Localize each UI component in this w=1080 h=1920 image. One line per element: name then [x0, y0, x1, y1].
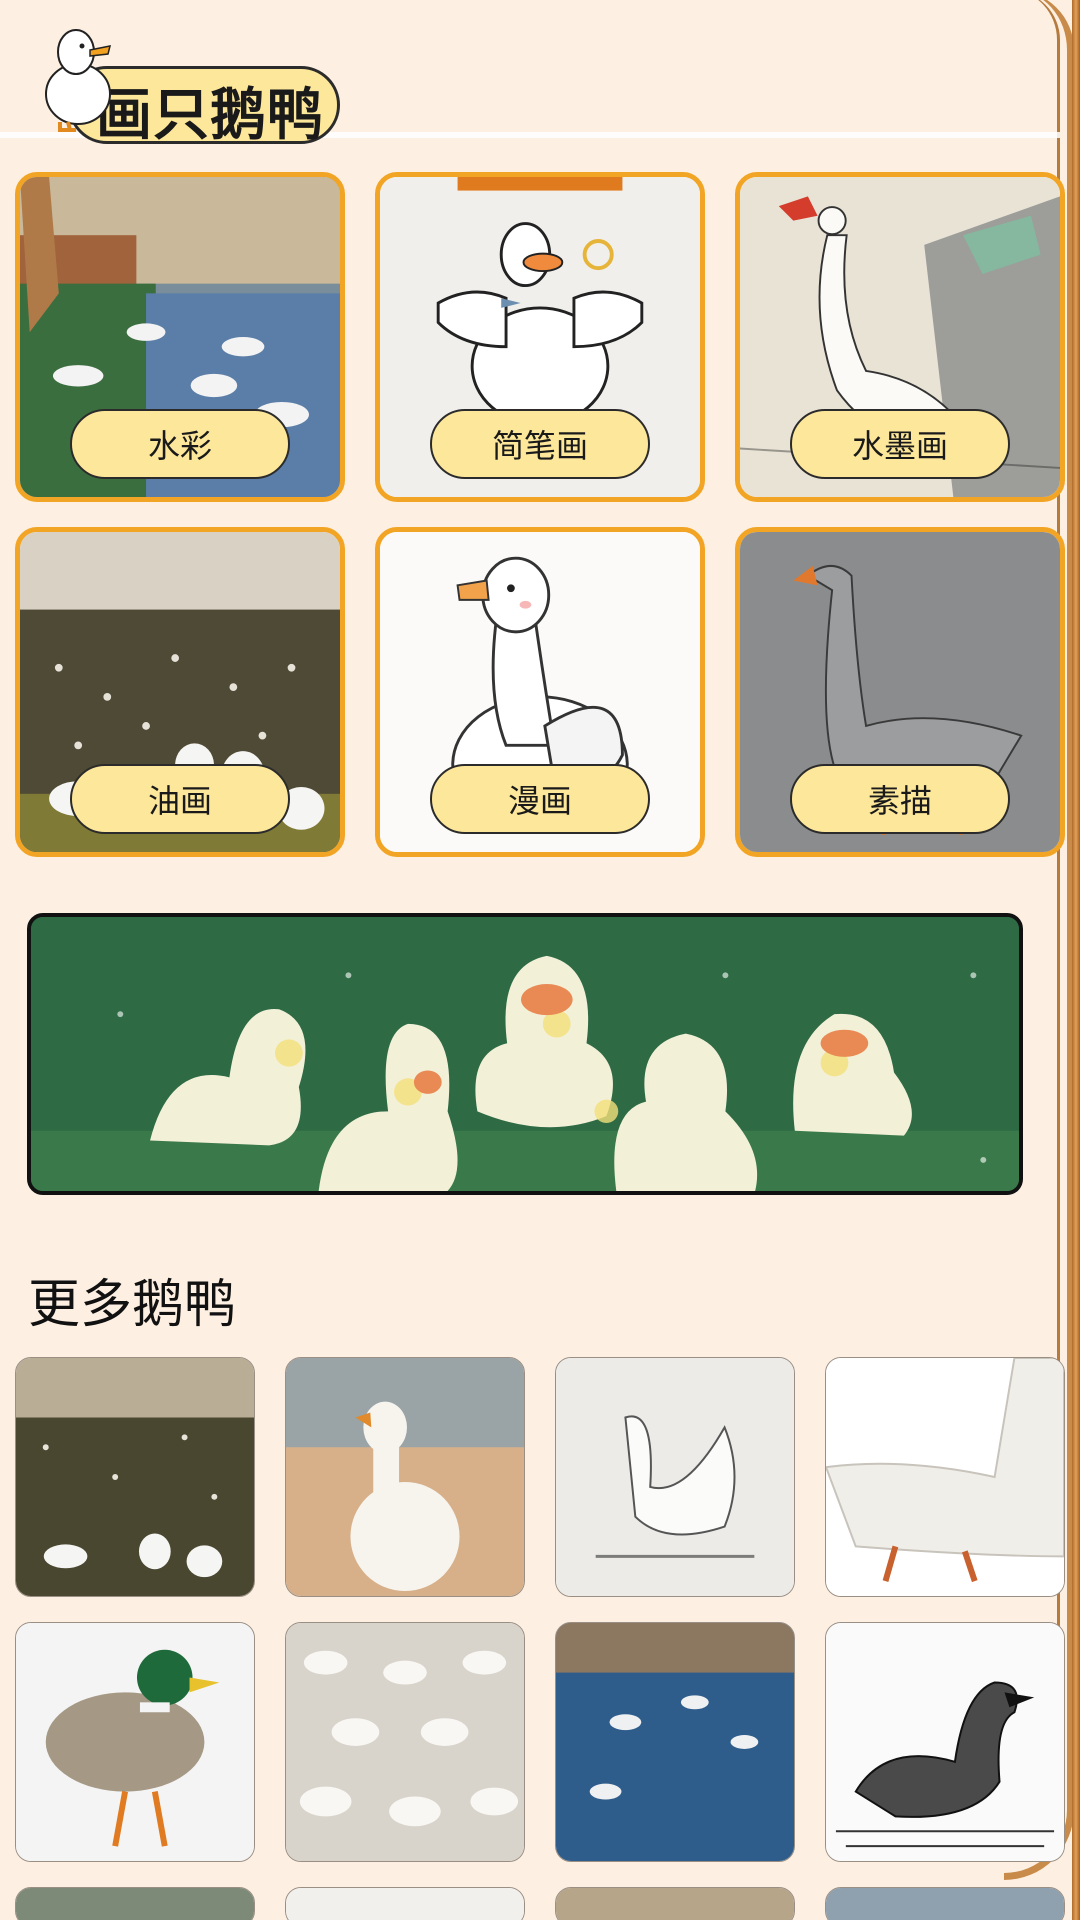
style-label-oil-painting: 油画: [70, 764, 290, 834]
style-card-ink-painting[interactable]: 水墨画: [735, 172, 1065, 502]
style-label-ink-painting: 水墨画: [790, 409, 1010, 479]
thumbnail-partial-3[interactable]: [555, 1887, 795, 1920]
style-card-cartoon[interactable]: 漫画: [375, 527, 705, 857]
thumbnail-partial-1[interactable]: [15, 1887, 255, 1920]
style-card-oil-painting[interactable]: 油画: [15, 527, 345, 857]
goose-in-field-thumbnail[interactable]: [285, 1357, 525, 1597]
duck-mascot-icon: [38, 22, 118, 134]
style-label-pencil-sketch: 素描: [790, 764, 1010, 834]
swans-on-lake-thumbnail[interactable]: [555, 1622, 795, 1862]
frame-wood-strip: [1072, 0, 1080, 1920]
geese-in-flowers-thumbnail[interactable]: [15, 1357, 255, 1597]
page-title: 画只鹅鸭: [96, 82, 324, 148]
thumbnail-partial-2[interactable]: [285, 1887, 525, 1920]
white-goose-closeup-thumbnail[interactable]: [825, 1357, 1065, 1597]
mallard-duck-thumbnail[interactable]: [15, 1622, 255, 1862]
style-card-pencil-sketch[interactable]: 素描: [735, 527, 1065, 857]
sparkler-ducks-banner[interactable]: [27, 913, 1023, 1195]
thumbnail-partial-4[interactable]: [825, 1887, 1065, 1920]
style-card-watercolor[interactable]: 水彩: [15, 172, 345, 502]
header: 画只鹅鸭: [0, 0, 1060, 148]
sketch-swan-thumbnail[interactable]: [555, 1357, 795, 1597]
lineart-goose-thumbnail[interactable]: [825, 1622, 1065, 1862]
style-label-watercolor: 水彩: [70, 409, 290, 479]
goose-flock-thumbnail[interactable]: [285, 1622, 525, 1862]
more-section-title: 更多鹅鸭: [28, 1275, 237, 1335]
style-label-line-drawing: 简笔画: [430, 409, 650, 479]
style-label-cartoon: 漫画: [430, 764, 650, 834]
style-card-line-drawing[interactable]: 简笔画: [375, 172, 705, 502]
